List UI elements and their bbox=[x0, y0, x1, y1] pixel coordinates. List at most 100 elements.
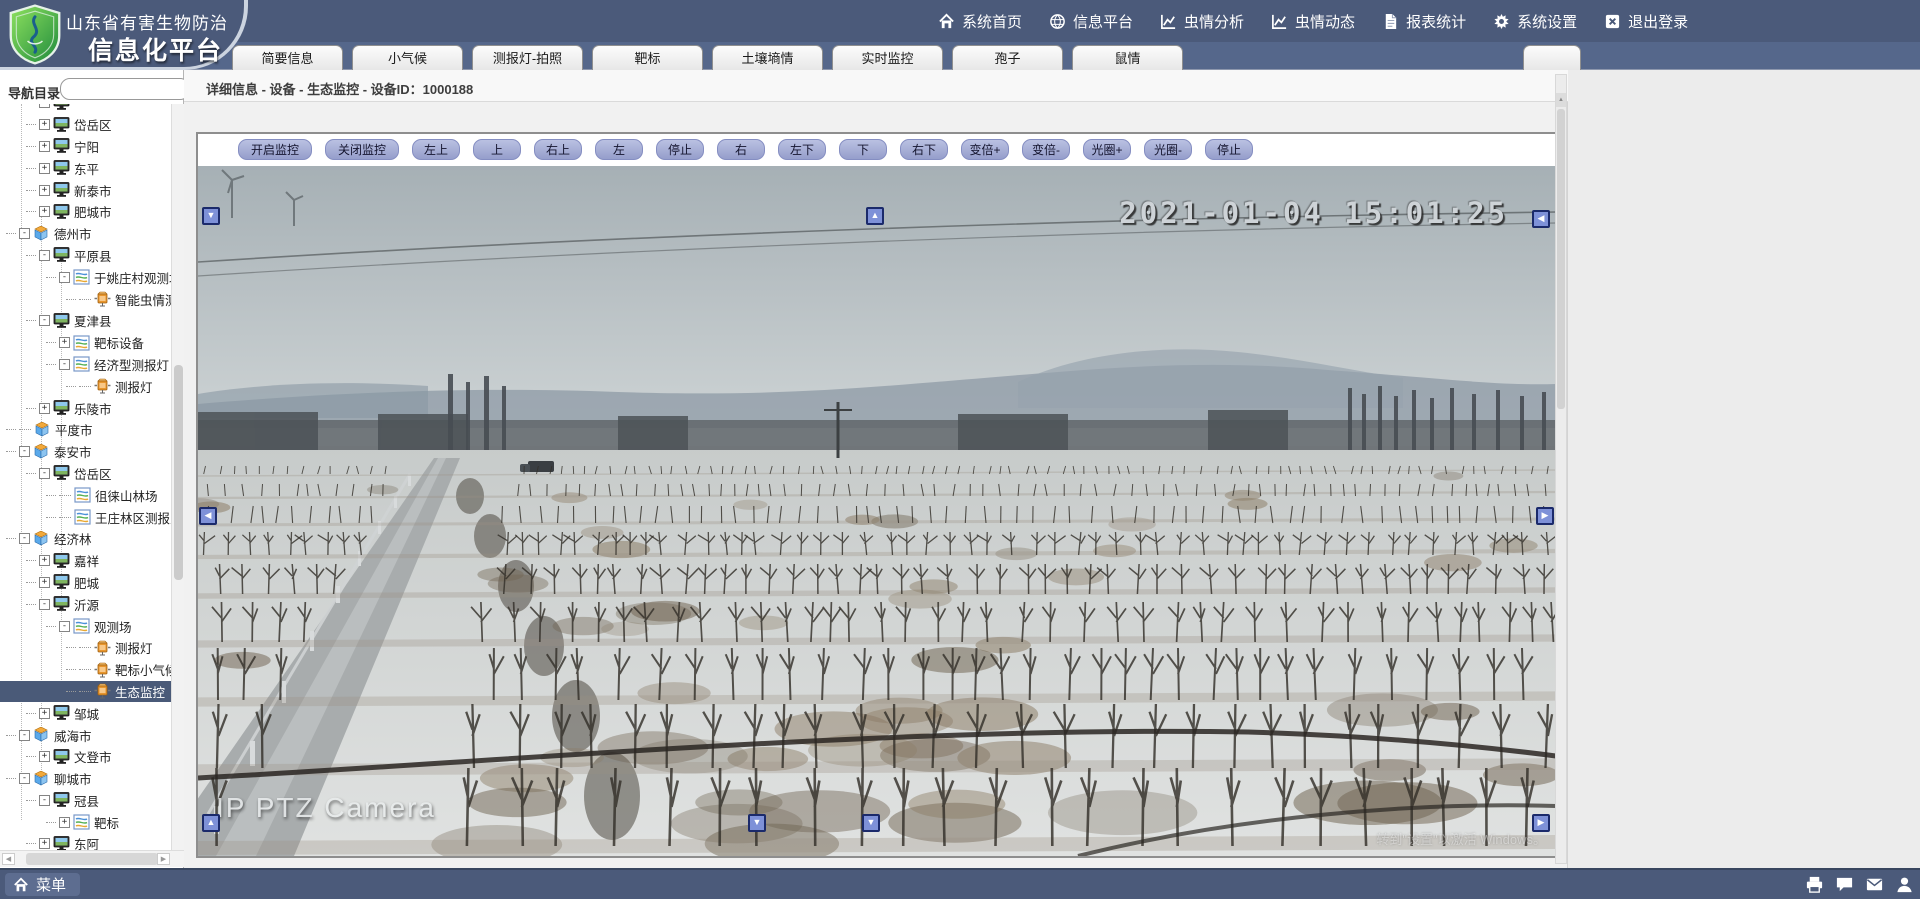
tree-item[interactable]: +文登市 bbox=[0, 746, 172, 768]
tree-item[interactable]: -冠县 bbox=[0, 790, 172, 812]
expand-icon[interactable]: + bbox=[39, 119, 50, 130]
ptz-mid-right[interactable]: ▶ bbox=[1536, 507, 1554, 525]
expand-icon[interactable]: + bbox=[59, 337, 70, 348]
tree-item[interactable]: -聊城市 bbox=[0, 768, 172, 790]
menu-button[interactable]: 菜单 bbox=[5, 873, 80, 896]
sidebar-horizontal-scrollbar[interactable]: ◀ ▶ bbox=[0, 850, 184, 867]
tree-item[interactable]: +东阿 bbox=[0, 833, 172, 850]
tab-spore[interactable]: 孢子 bbox=[952, 45, 1063, 70]
tree-item[interactable]: -经济林 bbox=[0, 528, 172, 550]
pan-right-button[interactable]: 右 bbox=[717, 139, 765, 160]
nav-system-settings[interactable]: 系统设置 bbox=[1493, 11, 1577, 32]
tree-item[interactable]: -夏津县 bbox=[0, 310, 172, 332]
collapse-icon[interactable]: - bbox=[19, 533, 30, 544]
stop-button[interactable]: 停止 bbox=[656, 139, 704, 160]
ptz-bottom-right[interactable]: ▶ bbox=[1532, 814, 1550, 832]
collapse-icon[interactable]: - bbox=[19, 228, 30, 239]
ptz-mid-left[interactable]: ◀ bbox=[199, 507, 217, 525]
ptz-top-left[interactable]: ▼ bbox=[202, 207, 220, 225]
ptz-top-center[interactable]: ▲ bbox=[866, 207, 884, 225]
nav-logout[interactable]: 退出登录 bbox=[1604, 11, 1688, 32]
tree-item[interactable]: +岱岳区 bbox=[0, 114, 172, 136]
tree-item[interactable]: +乐陵市 bbox=[0, 397, 172, 419]
nav-report-stats[interactable]: 报表统计 bbox=[1382, 11, 1466, 32]
expand-icon[interactable]: + bbox=[39, 163, 50, 174]
tree-item[interactable]: +靶标 bbox=[0, 811, 172, 833]
tree-item[interactable]: +新泰市 bbox=[0, 179, 172, 201]
tree-item[interactable]: +邹城 bbox=[0, 702, 172, 724]
tree-item[interactable]: +东平 bbox=[0, 157, 172, 179]
tree-item[interactable]: -经济型测报灯 bbox=[0, 354, 172, 376]
tree-item[interactable]: -于姚庄村观测场 bbox=[0, 266, 172, 288]
tree-item[interactable]: 测报灯 bbox=[0, 637, 172, 659]
tree-item[interactable]: -威海市 bbox=[0, 724, 172, 746]
sidebar-vscroll-thumb[interactable] bbox=[174, 365, 183, 580]
tree-item[interactable]: 测报灯 bbox=[0, 375, 172, 397]
zoom-in-button[interactable]: 变倍+ bbox=[961, 139, 1009, 160]
tree-item[interactable]: 平度市 bbox=[0, 419, 172, 441]
pan-upper-right-button[interactable]: 右上 bbox=[534, 139, 582, 160]
tree-item[interactable]: +肥城市 bbox=[0, 201, 172, 223]
collapse-icon[interactable]: - bbox=[19, 773, 30, 784]
expand-icon[interactable]: + bbox=[39, 206, 50, 217]
tab-rodent[interactable]: 鼠情 bbox=[1072, 45, 1183, 70]
tree-item[interactable]: +肥城 bbox=[0, 572, 172, 594]
tree-item[interactable]: +靶标设备 bbox=[0, 332, 172, 354]
tree-item[interactable]: +宁阳 bbox=[0, 136, 172, 158]
tree-item[interactable]: 智能虫情测报灯 bbox=[0, 288, 172, 310]
main-vertical-scrollbar[interactable]: ▲ bbox=[1555, 74, 1567, 864]
tab-realtime-monitor[interactable]: 实时监控 bbox=[832, 45, 943, 70]
tree-item[interactable]: 徂徕山林场 bbox=[0, 484, 172, 506]
scroll-right-arrow[interactable]: ▶ bbox=[157, 853, 170, 865]
expand-icon[interactable]: + bbox=[59, 817, 70, 828]
nav-pest-trend[interactable]: 虫情动态 bbox=[1271, 11, 1355, 32]
tree-item[interactable]: -平原县 bbox=[0, 245, 172, 267]
tree-search-input[interactable] bbox=[60, 78, 190, 100]
printer-icon[interactable] bbox=[1805, 875, 1824, 894]
expand-icon[interactable]: + bbox=[39, 838, 50, 849]
tree-item[interactable]: 靶标小气候 bbox=[0, 659, 172, 681]
mail-icon[interactable] bbox=[1865, 875, 1884, 894]
iris-open-button[interactable]: 光圈+ bbox=[1083, 139, 1131, 160]
tree-item[interactable]: 生态监控 bbox=[0, 681, 172, 703]
scroll-left-arrow[interactable]: ◀ bbox=[2, 853, 15, 865]
open-monitor-button[interactable]: 开启监控 bbox=[238, 139, 312, 160]
pan-upper-left-button[interactable]: 左上 bbox=[412, 139, 460, 160]
collapse-icon[interactable]: - bbox=[39, 250, 50, 261]
collapse-icon[interactable]: - bbox=[59, 359, 70, 370]
user-icon[interactable] bbox=[1895, 875, 1914, 894]
close-monitor-button[interactable]: 关闭监控 bbox=[325, 139, 399, 160]
tree-item[interactable]: 王庄林区测报点 bbox=[0, 506, 172, 528]
scroll-up-arrow[interactable]: ▲ bbox=[1556, 93, 1566, 107]
tree-item[interactable]: -岱岳区 bbox=[0, 463, 172, 485]
expand-icon[interactable]: + bbox=[39, 555, 50, 566]
expand-icon[interactable]: + bbox=[39, 141, 50, 152]
tree-item[interactable]: -德州市 bbox=[0, 223, 172, 245]
nav-pest-analysis[interactable]: 虫情分析 bbox=[1160, 11, 1244, 32]
chat-icon[interactable] bbox=[1835, 875, 1854, 894]
tree-item[interactable]: -泰安市 bbox=[0, 441, 172, 463]
main-vscroll-thumb[interactable] bbox=[1557, 109, 1565, 409]
iris-close-button[interactable]: 光圈- bbox=[1144, 139, 1192, 160]
tilt-down-button[interactable]: 下 bbox=[839, 139, 887, 160]
tab-report-lamp-photo[interactable]: 测报灯-拍照 bbox=[472, 45, 583, 70]
expand-icon[interactable]: + bbox=[39, 751, 50, 762]
stop-button-2[interactable]: 停止 bbox=[1205, 139, 1253, 160]
tree-item[interactable]: -观测场 bbox=[0, 615, 172, 637]
tab-soil-moisture[interactable]: 土壤墒情 bbox=[712, 45, 823, 70]
ptz-bottom-center-1[interactable]: ▼ bbox=[748, 814, 766, 832]
pan-lower-right-button[interactable]: 右下 bbox=[900, 139, 948, 160]
collapse-icon[interactable]: - bbox=[19, 730, 30, 741]
collapse-icon[interactable]: - bbox=[39, 315, 50, 326]
zoom-out-button[interactable]: 变倍- bbox=[1022, 139, 1070, 160]
ptz-bottom-left[interactable]: ▲ bbox=[202, 814, 220, 832]
tab-microclimate[interactable]: 小气候 bbox=[352, 45, 463, 70]
expand-icon[interactable]: + bbox=[39, 104, 50, 108]
sidebar-vertical-scrollbar[interactable] bbox=[171, 104, 184, 850]
tilt-up-button[interactable]: 上 bbox=[473, 139, 521, 160]
collapse-icon[interactable]: - bbox=[39, 599, 50, 610]
expand-icon[interactable]: + bbox=[39, 403, 50, 414]
tree-item[interactable]: -沂源 bbox=[0, 593, 172, 615]
collapse-icon[interactable]: - bbox=[59, 621, 70, 632]
tab-partial[interactable] bbox=[1523, 45, 1581, 70]
